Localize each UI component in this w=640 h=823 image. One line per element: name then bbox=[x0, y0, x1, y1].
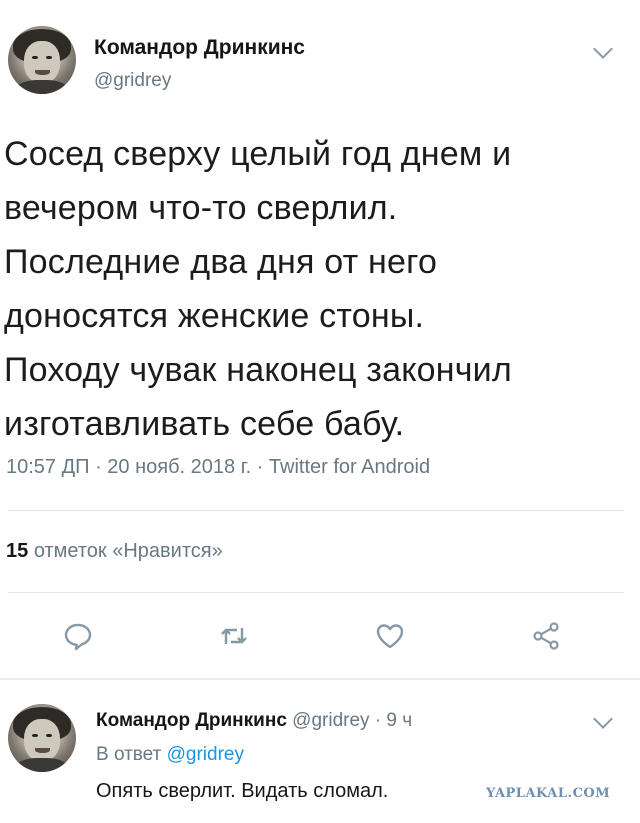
tweet-line: Последние два дня от него bbox=[4, 243, 438, 281]
reply-text: Опять сверлит. Видать сломал. bbox=[96, 780, 389, 802]
author-handle[interactable]: @gridrey bbox=[94, 70, 171, 92]
likes-number: 15 bbox=[6, 540, 29, 562]
reply-button[interactable] bbox=[58, 616, 98, 656]
share-icon bbox=[533, 622, 559, 650]
like-button[interactable] bbox=[370, 616, 410, 656]
reply-handle-time[interactable]: @gridrey · 9 ч bbox=[292, 710, 412, 731]
divider bbox=[8, 592, 624, 593]
retweet-button[interactable] bbox=[214, 616, 254, 656]
tweet-line: доносятся женские стоны. bbox=[4, 297, 425, 335]
divider bbox=[0, 678, 640, 680]
share-button[interactable] bbox=[526, 616, 566, 656]
reply-author-name[interactable]: Командор Дринкинс bbox=[96, 710, 287, 731]
heart-icon bbox=[376, 624, 404, 649]
reply-header: Командор Дринкинс @gridrey · 9 ч bbox=[96, 710, 412, 732]
avatar[interactable] bbox=[8, 26, 76, 94]
likes-label: отметок «Нравится» bbox=[33, 540, 223, 562]
reply-to-handle-link[interactable]: @gridrey bbox=[167, 744, 244, 765]
chevron-down-icon[interactable] bbox=[593, 39, 613, 59]
tweet-line: вечером что-то сверлил. bbox=[4, 189, 398, 227]
reply-prefix: В ответ bbox=[96, 744, 162, 765]
reply-avatar[interactable] bbox=[8, 704, 76, 772]
tweet-text: Сосед сверху целый год днем и вечером чт… bbox=[4, 127, 624, 451]
likes-count[interactable]: 15 отметок «Нравится» bbox=[6, 540, 223, 563]
tweet-timestamp[interactable]: 10:57 ДП · 20 нояб. 2018 г. · Twitter fo… bbox=[6, 456, 430, 479]
divider bbox=[8, 510, 624, 511]
reply-to-line: В ответ @gridrey bbox=[96, 744, 244, 766]
tweet-line: Походу чувак наконец закончил bbox=[4, 351, 512, 389]
tweet-line: Сосед сверху целый год днем и bbox=[4, 135, 512, 173]
chevron-down-icon[interactable] bbox=[593, 709, 613, 729]
author-name[interactable]: Командор Дринкинс bbox=[94, 36, 305, 60]
retweet-icon bbox=[221, 628, 247, 644]
speech-bubble-icon bbox=[64, 623, 92, 651]
watermark: YAPLAKAL.COM bbox=[486, 786, 611, 801]
tweet-line: изготавливать себе бабу. bbox=[4, 405, 405, 443]
